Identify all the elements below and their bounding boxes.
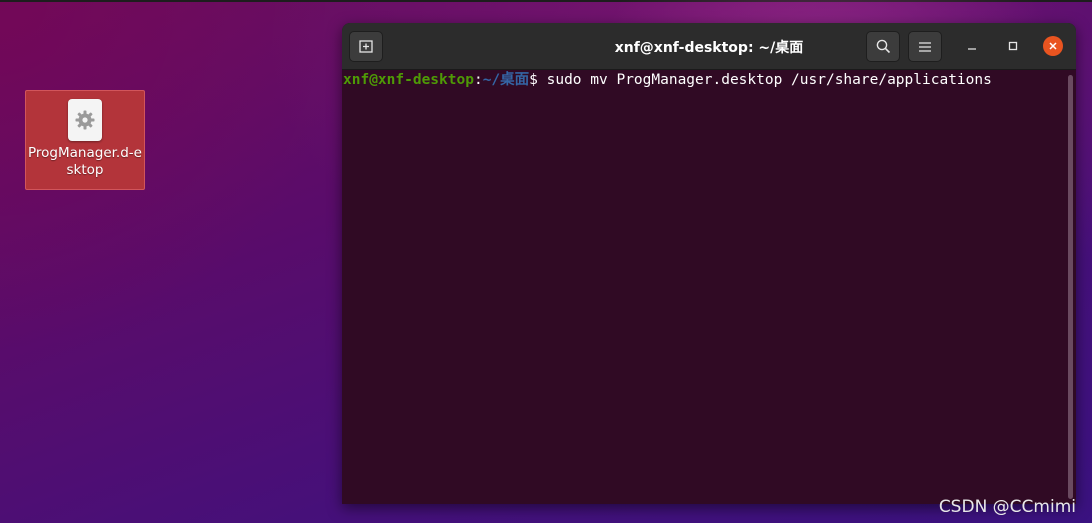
prompt-path: ~/桌面 [482, 72, 530, 88]
hamburger-menu-icon [919, 41, 931, 52]
search-icon [876, 39, 890, 54]
terminal-scrollbar[interactable] [1068, 75, 1073, 499]
maximize-button[interactable] [1003, 36, 1023, 56]
command-text: sudo mv ProgManager.desktop /usr/share/a… [537, 72, 992, 88]
command-line: xnf@xnf-desktop:~/桌面$ sudo mv ProgManage… [342, 71, 1066, 89]
prompt-separator: : [473, 72, 483, 88]
desktop-file-thumbnail [68, 99, 102, 141]
terminal-window[interactable]: xnf@xnf-desktop: ~/桌面 xnf@xnf-desktop:~/… [342, 23, 1076, 504]
desktop-file-label: ProgManager.d-esktop [28, 145, 142, 178]
search-button[interactable] [866, 31, 900, 62]
new-tab-button[interactable] [349, 31, 383, 62]
close-icon [1049, 42, 1057, 50]
minimize-button[interactable] [962, 36, 982, 56]
prompt-user-host: xnf@xnf-desktop [343, 72, 474, 88]
maximize-icon [1008, 41, 1018, 51]
watermark: CSDN @CCmimi [938, 497, 1076, 517]
desktop-file-icon[interactable]: ProgManager.d-esktop [25, 90, 145, 190]
new-tab-icon [359, 40, 373, 53]
terminal-titlebar[interactable]: xnf@xnf-desktop: ~/桌面 [342, 23, 1076, 70]
prompt-symbol: $ [529, 72, 538, 88]
window-title: xnf@xnf-desktop: ~/桌面 [614, 40, 804, 56]
close-button[interactable] [1043, 36, 1063, 56]
gear-icon [75, 110, 95, 130]
minimize-icon [968, 48, 976, 50]
terminal-output[interactable]: xnf@xnf-desktop:~/桌面$ sudo mv ProgManage… [342, 70, 1066, 504]
menu-button[interactable] [908, 31, 942, 62]
